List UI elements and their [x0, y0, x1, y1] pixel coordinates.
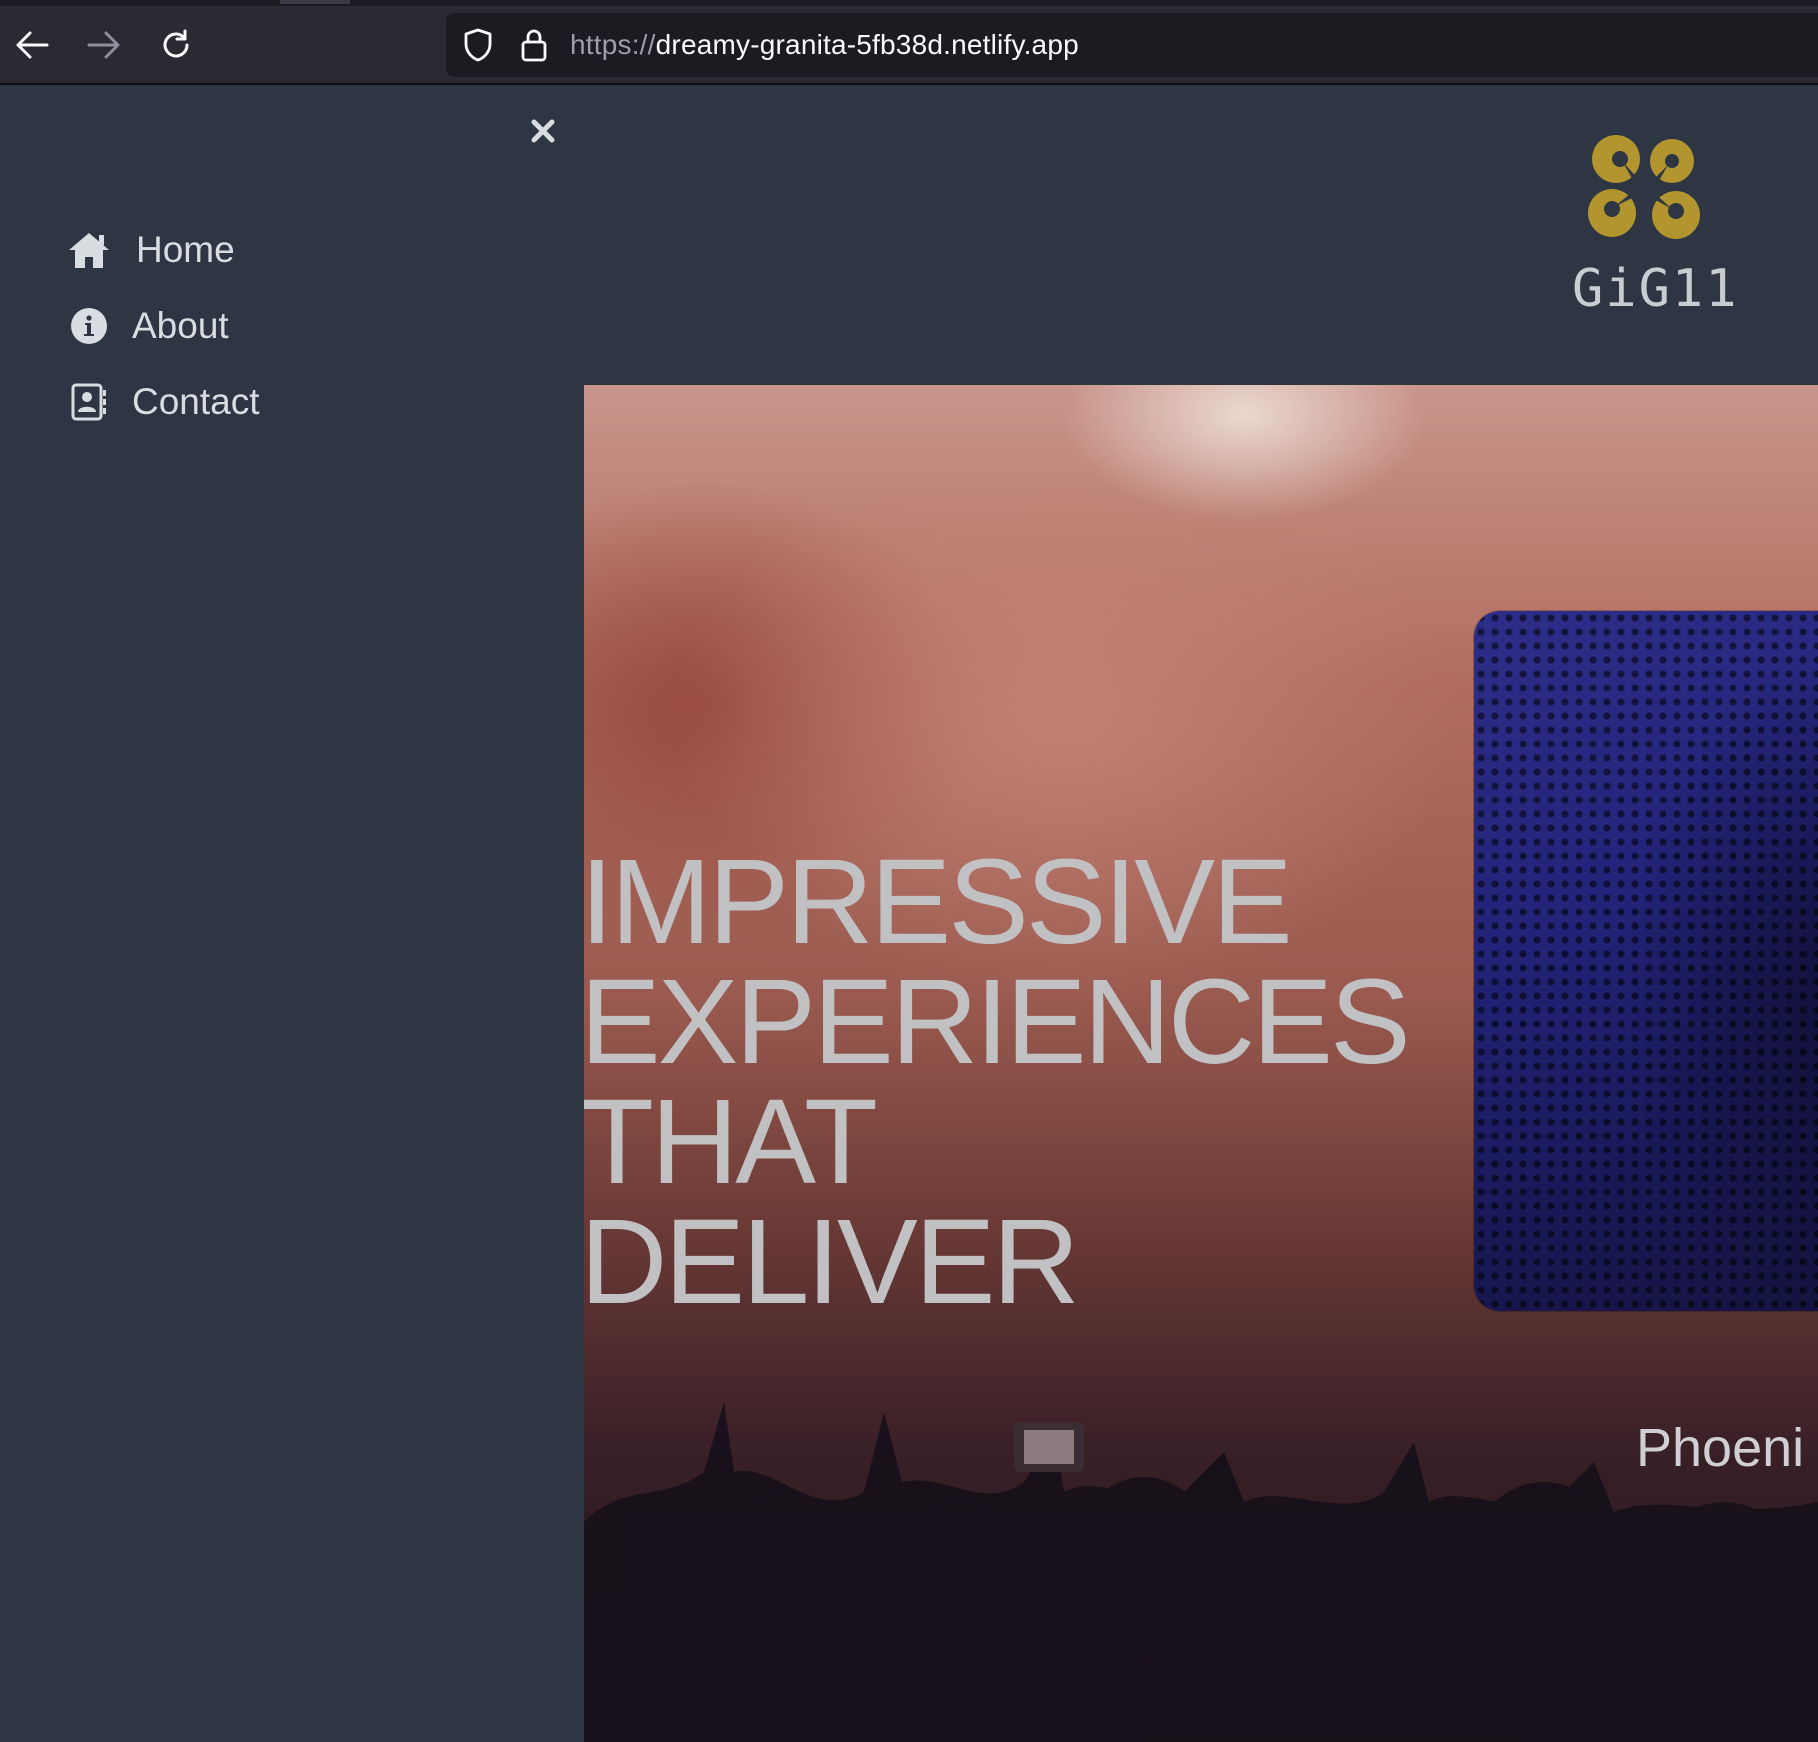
sidebar-menu: Home About Contact	[66, 212, 260, 440]
hero-title-line: DELIVER	[584, 1193, 1080, 1329]
url-scheme: https://	[570, 29, 656, 60]
hero-title-line: IMPRESSIVE	[584, 833, 1293, 969]
tab-strip	[0, 0, 1818, 6]
url-host: dreamy-granita-5fb38d.netlify.app	[655, 29, 1079, 60]
page: Home About Contact GiG11 IMPRESSIVE EXPE…	[0, 87, 1818, 1742]
close-menu-button[interactable]	[522, 110, 564, 152]
close-icon	[531, 119, 555, 143]
event-card-image[interactable]	[1474, 611, 1818, 1311]
reload-button[interactable]	[153, 22, 199, 68]
back-arrow-icon	[16, 31, 49, 59]
browser-toolbar: https://dreamy-granita-5fb38d.netlify.ap…	[0, 0, 1818, 85]
lock-icon[interactable]	[514, 25, 554, 65]
sidebar-item-label: About	[132, 305, 229, 346]
logo-text: GiG11	[1572, 259, 1739, 319]
back-button[interactable]	[9, 22, 55, 68]
sidebar-item-about[interactable]: About	[66, 288, 260, 364]
hero-title: IMPRESSIVE EXPERIENCES THAT DELIVER	[584, 833, 1411, 1329]
event-card-city[interactable]: Phoeni	[1636, 1417, 1804, 1479]
sidebar-item-home[interactable]: Home	[66, 212, 260, 288]
url-text[interactable]: https://dreamy-granita-5fb38d.netlify.ap…	[570, 29, 1079, 61]
info-icon	[66, 303, 112, 349]
tab-indicator	[280, 0, 350, 4]
hero-title-line: THAT	[584, 1073, 878, 1209]
sidebar-item-contact[interactable]: Contact	[66, 364, 260, 440]
hero-section: IMPRESSIVE EXPERIENCES THAT DELIVER Phoe…	[584, 385, 1818, 1742]
shield-icon[interactable]	[458, 25, 498, 65]
sidebar-item-label: Home	[136, 229, 235, 270]
home-icon	[66, 227, 112, 273]
forward-arrow-icon	[87, 31, 120, 59]
reload-icon	[163, 29, 189, 58]
address-bar[interactable]: https://dreamy-granita-5fb38d.netlify.ap…	[446, 13, 1818, 77]
forward-button[interactable]	[81, 22, 127, 68]
sidebar-item-label: Contact	[132, 381, 260, 422]
contact-card-icon	[66, 379, 112, 425]
hero-title-line: EXPERIENCES	[584, 953, 1411, 1089]
